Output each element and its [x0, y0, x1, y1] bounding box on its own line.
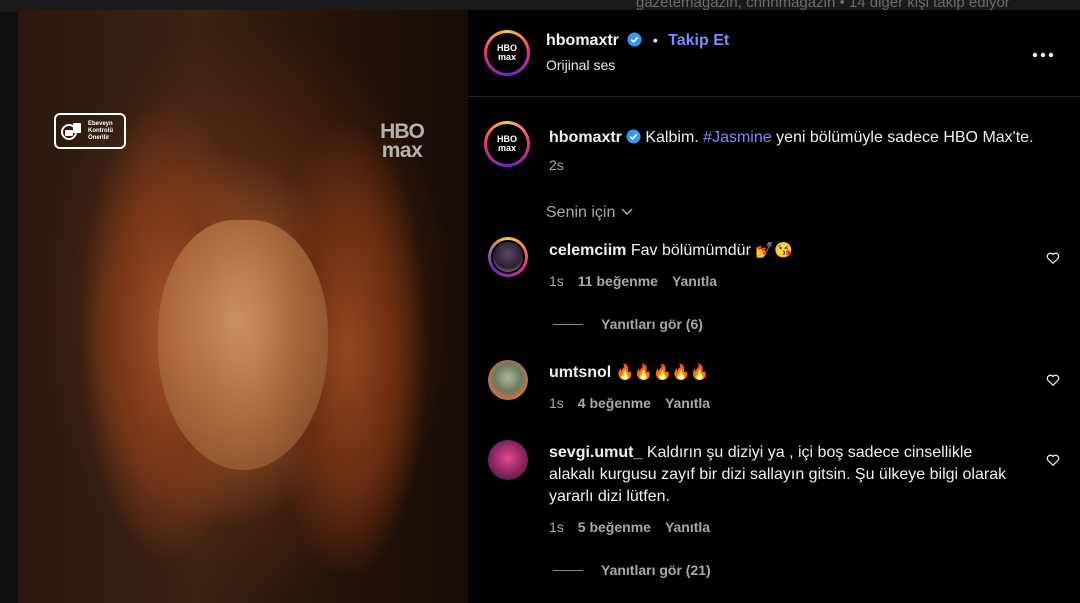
comment-text: umtsnol 🔥🔥🔥🔥🔥	[549, 362, 1019, 384]
view-replies-label: Yanıtları gör (6)	[601, 316, 703, 332]
separator-dot: •	[652, 32, 658, 48]
original-audio-link[interactable]: Orijinal ses	[546, 57, 615, 73]
replies-divider	[553, 570, 583, 571]
reply-button[interactable]: Yanıtla	[665, 519, 710, 535]
avatar-logo: HBO max	[487, 33, 527, 73]
heart-icon[interactable]	[1046, 453, 1060, 467]
avatar-image	[491, 240, 525, 274]
background-side	[0, 12, 18, 603]
comment-likes[interactable]: 5 beğenme	[578, 519, 651, 535]
post-caption: hbomaxtr Kalbim. #Jasmine yeni bölümüyle…	[549, 128, 1069, 148]
comment-emoji: 🔥🔥🔥🔥🔥	[615, 364, 710, 381]
caption-hashtag-link[interactable]: #Jasmine	[703, 129, 771, 146]
comment-time: 1s	[549, 395, 564, 411]
author-avatar[interactable]: HBO max	[484, 30, 530, 76]
reel-video[interactable]: Ebeveyn Kontrolü Önerilir HBO max	[18, 10, 468, 603]
caption-username[interactable]: hbomaxtr	[549, 129, 622, 146]
reply-button[interactable]: Yanıtla	[672, 273, 717, 289]
caption-text-start: Kalbim.	[645, 129, 699, 146]
heart-icon[interactable]	[1046, 373, 1060, 387]
avatar-logo: HBO max	[487, 124, 527, 164]
comment-body: Fav bölümümdür	[630, 242, 751, 259]
commenter-username[interactable]: celemciim	[549, 242, 626, 259]
follow-button[interactable]: Takip Et	[668, 32, 729, 49]
comment-text: celemciim Fav bölümümdür 💅😘	[549, 240, 1019, 262]
watermark-line-2: max	[381, 139, 423, 162]
commenter-avatar[interactable]	[488, 237, 528, 277]
comment-meta: 1s 4 beğenme Yanıtla	[549, 395, 724, 411]
comment-likes[interactable]: 11 beğenme	[578, 273, 658, 289]
avatar-logo-line-2: max	[497, 52, 516, 62]
author-username[interactable]: hbomaxtr	[546, 32, 619, 49]
commenter-username[interactable]: umtsnol	[549, 364, 611, 381]
comment-sort-label: Senin için	[546, 204, 616, 221]
comment-meta: 1s 5 beğenme Yanıtla	[549, 519, 724, 535]
comment-emoji: 💅😘	[755, 242, 793, 259]
comment-time: 1s	[549, 519, 564, 535]
heart-icon[interactable]	[1046, 251, 1060, 265]
commenter-username[interactable]: sevgi.umut_	[549, 444, 642, 461]
post-details-panel: HBO max hbomaxtr • Takip Et Orijinal ses…	[468, 10, 1080, 603]
verified-badge-icon	[627, 32, 642, 47]
caption-author-avatar[interactable]: HBO max	[484, 121, 530, 167]
comment-time: 1s	[549, 273, 564, 289]
replies-divider	[553, 324, 583, 325]
comment-text: sevgi.umut_ Kaldırın şu diziyi ya , içi …	[549, 442, 1019, 508]
verified-badge-icon	[626, 129, 641, 144]
reply-button[interactable]: Yanıtla	[665, 395, 710, 411]
commenter-avatar[interactable]	[488, 360, 528, 400]
chevron-down-icon	[621, 208, 633, 216]
caption-timestamp: 2s	[549, 157, 564, 173]
view-replies-button[interactable]: Yanıtları gör (6)	[553, 316, 703, 332]
hbo-max-watermark: HBO max	[374, 121, 430, 162]
video-frame-subject	[158, 220, 328, 470]
comment-likes[interactable]: 4 beğenme	[578, 395, 651, 411]
parental-guidance-badge: Ebeveyn Kontrolü Önerilir	[54, 113, 126, 149]
avatar-logo-line-2: max	[497, 143, 516, 153]
comment-meta: 1s 11 beğenme Yanıtla	[549, 273, 731, 289]
comment-sort-dropdown[interactable]: Senin için	[546, 204, 633, 222]
view-replies-button[interactable]: Yanıtları gör (21)	[553, 562, 711, 578]
commenter-avatar[interactable]	[488, 440, 528, 480]
caption-text-end: yeni bölümüyle sadece HBO Max'te.	[776, 129, 1034, 146]
parental-guidance-label: Ebeveyn Kontrolü Önerilir	[88, 120, 113, 141]
post-header: HBO max hbomaxtr • Takip Et Orijinal ses	[468, 10, 1080, 97]
parental-control-icon	[61, 123, 81, 140]
header-title-row: hbomaxtr • Takip Et	[546, 32, 729, 50]
view-replies-label: Yanıtları gör (21)	[601, 562, 711, 578]
more-options-icon[interactable]	[1032, 52, 1054, 58]
